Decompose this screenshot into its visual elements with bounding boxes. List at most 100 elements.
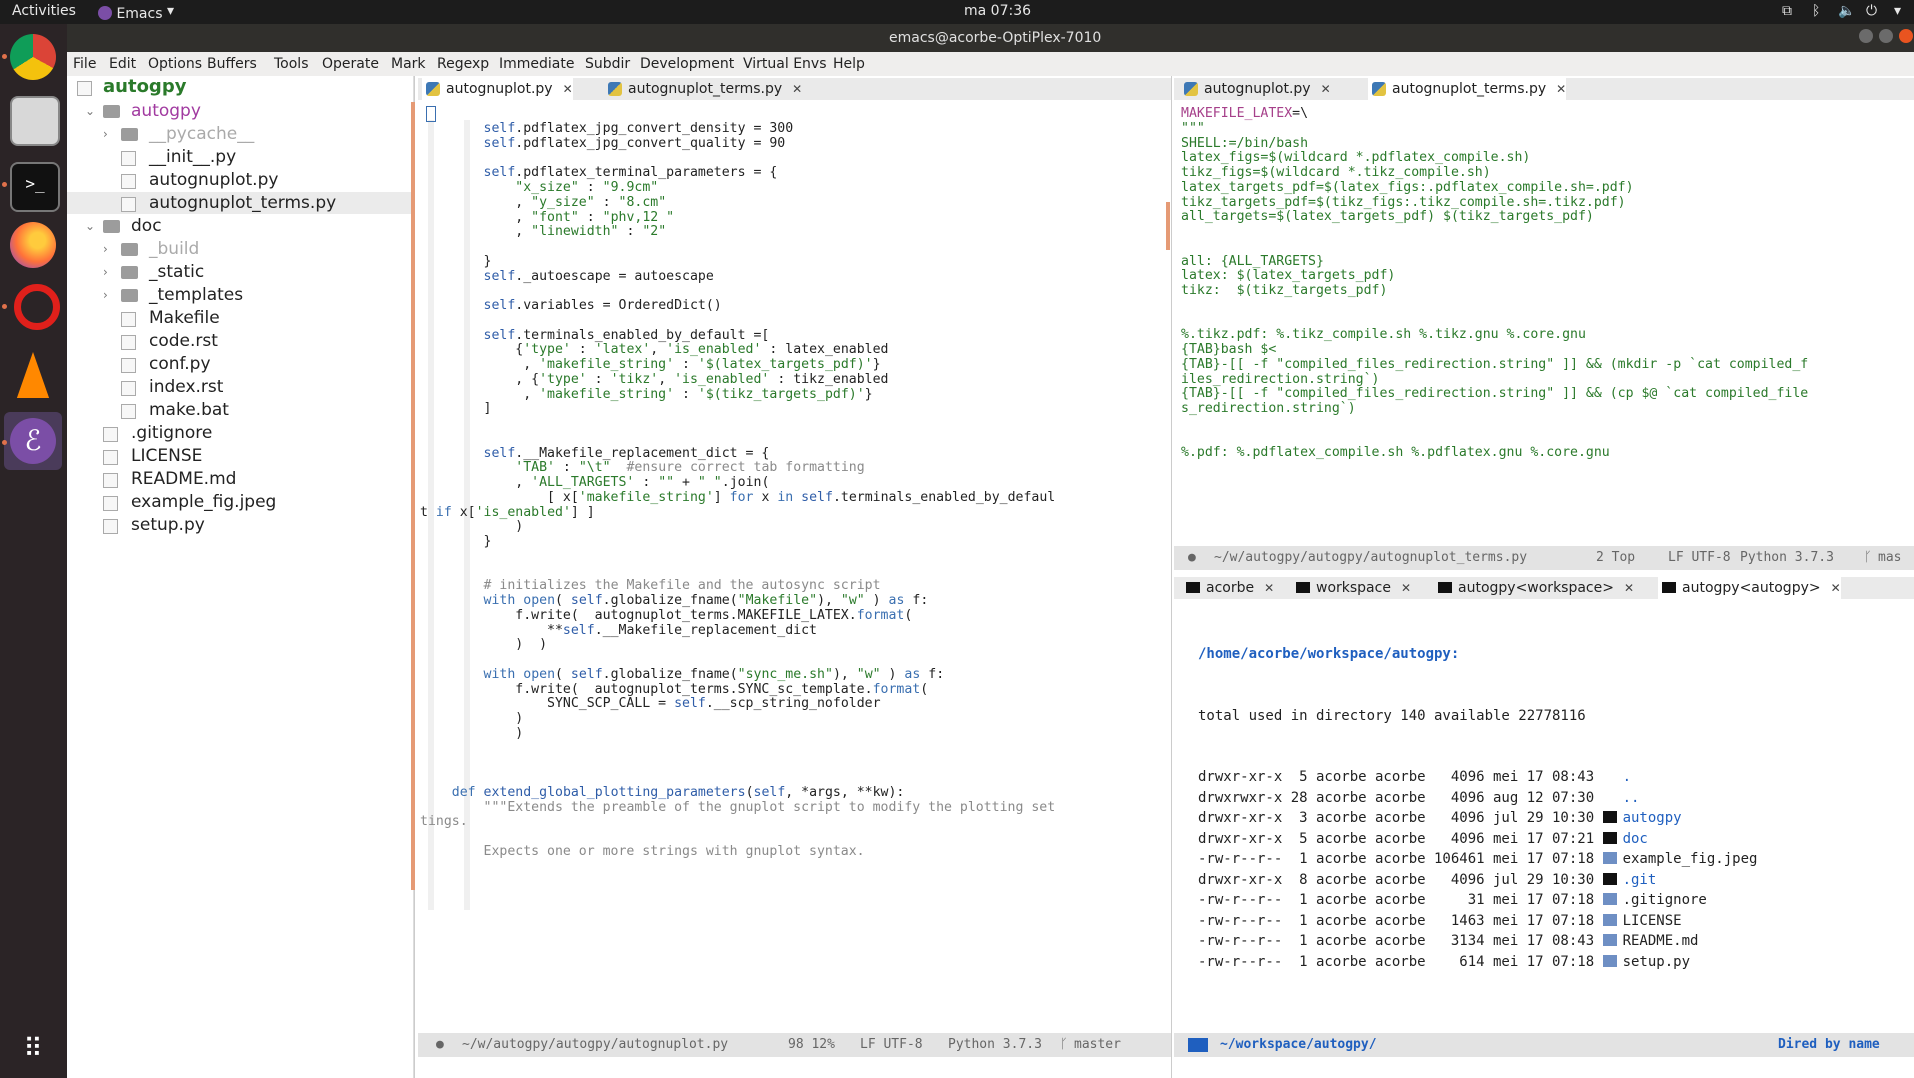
tree-item[interactable]: LICENSE bbox=[67, 445, 413, 467]
close-tab-icon[interactable]: ✕ bbox=[792, 82, 802, 96]
tree-item[interactable]: Makefile bbox=[67, 307, 413, 329]
menu-options[interactable]: Options bbox=[148, 56, 202, 72]
tree-item[interactable]: › __pycache__ bbox=[67, 123, 413, 145]
dired-file-name[interactable]: .git bbox=[1623, 872, 1657, 888]
emacs-icon[interactable]: ℰ bbox=[10, 418, 56, 464]
dired-row-details: drwxr-xr-x 8 acorbe acorbe 4096 jul 29 1… bbox=[1198, 871, 1603, 888]
folder-icon bbox=[121, 266, 138, 279]
close-window-icon[interactable] bbox=[1899, 29, 1913, 43]
tree-item[interactable]: README.md bbox=[67, 468, 413, 490]
tree-item[interactable]: make.bat bbox=[67, 399, 413, 421]
firefox-icon[interactable] bbox=[10, 222, 56, 268]
close-tab-icon[interactable]: ✕ bbox=[1556, 82, 1566, 96]
app-menu-emacs[interactable]: Emacs ▾ bbox=[98, 3, 174, 22]
tree-item[interactable]: example_fig.jpeg bbox=[67, 491, 413, 513]
close-tab-icon[interactable]: ✕ bbox=[563, 82, 573, 96]
dired-file-name[interactable]: LICENSE bbox=[1623, 913, 1682, 929]
tree-item[interactable]: › _build bbox=[67, 238, 413, 260]
dired-file-name[interactable]: .. bbox=[1623, 790, 1640, 806]
menu-operate[interactable]: Operate bbox=[322, 56, 379, 72]
menu-subdir[interactable]: Subdir bbox=[585, 56, 630, 72]
close-tab-icon[interactable]: ✕ bbox=[1624, 581, 1634, 595]
tree-item[interactable]: ⌄ doc bbox=[67, 215, 413, 237]
tab-autognuplot-left[interactable]: autognuplot.py ✕ bbox=[422, 78, 573, 100]
dired-buffer[interactable]: /home/acorbe/workspace/autogpy: total us… bbox=[1198, 603, 1757, 993]
menu-immediate[interactable]: Immediate bbox=[499, 56, 574, 72]
files-icon[interactable] bbox=[10, 96, 60, 146]
tree-item[interactable]: › _static bbox=[67, 261, 413, 283]
dired-row[interactable]: drwxr-xr-x 5 acorbe acorbe 4096 mei 17 0… bbox=[1198, 767, 1757, 788]
dired-row[interactable]: drwxr-xr-x 5 acorbe acorbe 4096 mei 17 0… bbox=[1198, 829, 1757, 850]
dired-file-name[interactable]: . bbox=[1623, 769, 1631, 785]
volume-icon[interactable]: 🔈 bbox=[1838, 3, 1855, 19]
menu-help[interactable]: Help bbox=[833, 56, 865, 72]
tree-item[interactable]: code.rst bbox=[67, 330, 413, 352]
dired-file-icon bbox=[1602, 934, 1617, 946]
show-applications-icon[interactable]: ⠿ bbox=[10, 1026, 56, 1072]
close-tab-icon[interactable]: ✕ bbox=[1831, 581, 1841, 595]
menu-development[interactable]: Development bbox=[640, 56, 734, 72]
tree-item[interactable]: setup.py bbox=[67, 514, 413, 536]
tab-autognuplot-right[interactable]: autognuplot.py ✕ bbox=[1180, 78, 1331, 100]
tree-item[interactable]: __init__.py bbox=[67, 146, 413, 168]
menu-buffers[interactable]: Buffers bbox=[207, 56, 257, 72]
close-tab-icon[interactable]: ✕ bbox=[1321, 82, 1331, 96]
dired-file-name[interactable]: example_fig.jpeg bbox=[1623, 851, 1758, 867]
tab-autognuplot-terms-right[interactable]: autognuplot_terms.py ✕ bbox=[1368, 78, 1567, 100]
system-menu-chevron-icon[interactable]: ▾ bbox=[1894, 3, 1901, 19]
tree-item[interactable]: .gitignore bbox=[67, 422, 413, 444]
dired-file-name[interactable]: .gitignore bbox=[1623, 892, 1707, 908]
dired-row[interactable]: drwxr-xr-x 3 acorbe acorbe 4096 jul 29 1… bbox=[1198, 808, 1757, 829]
menu-tools[interactable]: Tools bbox=[274, 56, 309, 72]
tree-item[interactable]: conf.py bbox=[67, 353, 413, 375]
left-code-buffer[interactable]: self.pdflatex_jpg_convert_density = 300 … bbox=[420, 121, 1055, 860]
terminal-icon[interactable]: >_ bbox=[10, 162, 60, 212]
bluetooth-icon[interactable]: ᛒ bbox=[1812, 3, 1820, 19]
dired-row[interactable]: -rw-r--r-- 1 acorbe acorbe 106461 mei 17… bbox=[1198, 849, 1757, 870]
tree-item[interactable]: ⌄ autogpy bbox=[67, 100, 413, 122]
menu-edit[interactable]: Edit bbox=[109, 56, 136, 72]
right-code-buffer[interactable]: MAKEFILE_LATEX=\ """ SHELL:=/bin/bash la… bbox=[1181, 106, 1808, 461]
tab-autogpy-workspace[interactable]: autogpy<workspace> ✕ bbox=[1434, 577, 1634, 599]
maximize-icon[interactable] bbox=[1879, 29, 1893, 43]
menu-virtual-envs[interactable]: Virtual Envs bbox=[743, 56, 827, 72]
dired-file-name[interactable]: autogpy bbox=[1623, 810, 1682, 826]
dired-row[interactable]: -rw-r--r-- 1 acorbe acorbe 3134 mei 17 0… bbox=[1198, 931, 1757, 952]
python-icon: ● bbox=[1188, 550, 1196, 565]
close-tab-icon[interactable]: ✕ bbox=[1264, 581, 1274, 595]
menu-regexp[interactable]: Regexp bbox=[437, 56, 489, 72]
tab-autogpy-autogpy[interactable]: autogpy<autogpy> ✕ bbox=[1658, 577, 1841, 599]
opera-icon[interactable] bbox=[14, 284, 60, 330]
dired-row[interactable]: drwxr-xr-x 8 acorbe acorbe 4096 jul 29 1… bbox=[1198, 870, 1757, 891]
dired-row[interactable]: -rw-r--r-- 1 acorbe acorbe 614 mei 17 07… bbox=[1198, 952, 1757, 973]
dired-row[interactable]: -rw-r--r-- 1 acorbe acorbe 31 mei 17 07:… bbox=[1198, 890, 1757, 911]
chrome-icon[interactable] bbox=[10, 34, 56, 80]
tab-acorbe[interactable]: acorbe ✕ bbox=[1182, 577, 1274, 599]
menu-file[interactable]: File bbox=[73, 56, 96, 72]
dired-row[interactable]: -rw-r--r-- 1 acorbe acorbe 1463 mei 17 0… bbox=[1198, 911, 1757, 932]
tab-autognuplot-terms-left[interactable]: autognuplot_terms.py ✕ bbox=[604, 78, 802, 100]
power-icon[interactable]: ⏻ bbox=[1866, 3, 1877, 19]
activities-button[interactable]: Activities bbox=[12, 3, 76, 19]
python-icon bbox=[1372, 82, 1386, 96]
dired-row[interactable]: drwxrwxr-x 28 acorbe acorbe 4096 aug 12 … bbox=[1198, 788, 1757, 809]
dired-file-name[interactable]: doc bbox=[1623, 831, 1648, 847]
network-icon[interactable]: ⧉ bbox=[1782, 3, 1792, 19]
tree-item-selected[interactable]: autognuplot_terms.py bbox=[67, 192, 413, 214]
tree-item[interactable]: index.rst bbox=[67, 376, 413, 398]
tree-item[interactable]: autognuplot.py bbox=[67, 169, 413, 191]
menu-mark[interactable]: Mark bbox=[391, 56, 426, 72]
dired-file-name[interactable]: setup.py bbox=[1623, 954, 1690, 970]
project-tree: autogpy ⌄ autogpy › __pycache__ __init__… bbox=[67, 76, 414, 1078]
clock[interactable]: ma 07:36 bbox=[964, 3, 1031, 19]
close-tab-icon[interactable]: ✕ bbox=[1401, 581, 1411, 595]
tab-workspace[interactable]: workspace ✕ bbox=[1292, 577, 1411, 599]
minimize-icon[interactable] bbox=[1859, 29, 1873, 43]
vlc-icon[interactable] bbox=[16, 352, 50, 398]
tree-root[interactable]: autogpy bbox=[67, 76, 413, 98]
git-branch-icon: ᚴ bbox=[1060, 1037, 1068, 1052]
python-file-icon bbox=[121, 151, 136, 166]
window-title-bar: emacs@acorbe-OptiPlex-7010 bbox=[67, 24, 1914, 52]
tree-item[interactable]: › _templates bbox=[67, 284, 413, 306]
dired-file-name[interactable]: README.md bbox=[1623, 933, 1699, 949]
